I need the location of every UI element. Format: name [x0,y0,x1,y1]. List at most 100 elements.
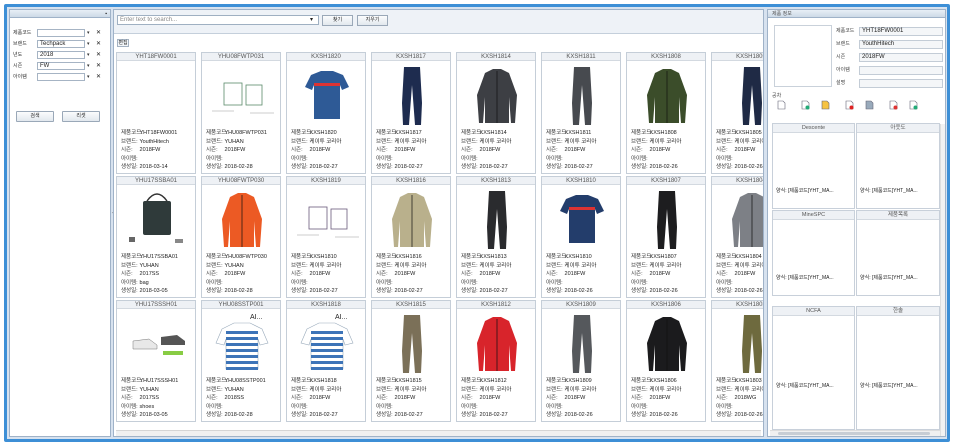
chevron-down-icon[interactable]: ▾ [310,16,313,23]
product-card[interactable]: KXSH1810 제품코드: KXSH1810 브랜드: 케이투 코리아 시즌: 20… [541,176,621,298]
spec-template-cell[interactable]: 제품목록 양식: [제품코드]YHT_MA... [856,210,940,296]
clear-button[interactable]: 지우기 [357,15,388,26]
product-image[interactable] [629,187,705,251]
product-card[interactable]: YHT18FW0001 제품코드: YHT18FW0001 브랜드: YouthHi… [116,52,196,174]
product-card[interactable]: KXSH1806 제품코드: KXSH1806 브랜드: 케이투 코리아 시즌: 20… [626,300,706,422]
filter-input[interactable]: Techpack [37,40,85,48]
product-image[interactable] [544,63,620,127]
product-card[interactable]: YHU17SSBA01 제품코드: YHU17SSBA01 브랜드: YUHAN 시즌… [116,176,196,298]
product-card[interactable]: KXSH1816 제품코드: KXSH1816 브랜드: 케이투 코리아 시즌: 20… [371,176,451,298]
product-card[interactable]: KXSH1812 제품코드: KXSH1812 브랜드: 케이투 코리아 시즌: 20… [456,300,536,422]
chevron-down-icon[interactable]: ▾ [87,41,90,47]
product-image[interactable] [119,311,195,375]
clear-icon[interactable]: ✕ [96,40,101,47]
product-image[interactable] [374,187,450,251]
product-image[interactable]: AI... [289,311,365,375]
open-file-icon[interactable] [800,100,810,110]
product-image[interactable] [544,311,620,375]
product-card[interactable]: KXSH1804제품코드: KXSH1804브랜드: 케이투 코리아시즌: 20… [711,176,763,298]
product-card[interactable]: KXSH1811 제품코드: KXSH1811 브랜드: 케이투 코리아 시즌: 20… [541,52,621,174]
spec-template-cell[interactable]: NCFA 양식: [제품코드]YHT_MA... [772,306,855,430]
horizontal-scrollbar[interactable] [116,430,761,436]
export-icon[interactable] [908,100,918,110]
clear-icon[interactable]: ✕ [96,73,101,80]
product-image[interactable] [459,63,535,127]
product-image[interactable] [289,63,365,127]
product-card[interactable]: KXSH1809 제품코드: KXSH1809 브랜드: 케이투 코리아 시즌: 20… [541,300,621,422]
product-card[interactable]: KXSH1807 제품코드: KXSH1807 브랜드: 케이투 코리아 시즌: 20… [626,176,706,298]
chevron-down-icon[interactable]: ▾ [87,52,90,58]
product-card[interactable]: KXSH1815 제품코드: KXSH1815 브랜드: 케이투 코리아 시즌: 20… [371,300,451,422]
product-image[interactable] [459,311,535,375]
chevron-down-icon[interactable]: ▾ [87,63,90,69]
detail-field-value[interactable]: 2018FW [859,53,943,62]
product-image[interactable] [204,63,280,127]
field-label: 제품코드: [631,130,653,136]
product-photo[interactable] [774,25,832,87]
field-label: 아이템: [121,403,138,410]
product-card[interactable]: KXSH1818 AI... 제품코드: KXSH1818 브랜드: 케이투 코리아 시… [286,300,366,422]
product-image[interactable] [629,63,705,127]
new-file-icon[interactable] [776,100,786,110]
product-image[interactable] [714,63,763,127]
spec-template-cell[interactable]: 한솔 양식: [제품코드]YHT_MA... [856,306,940,430]
product-image[interactable] [629,311,705,375]
search-button[interactable]: 검색 [16,111,54,122]
filter-input[interactable] [37,73,85,81]
detail-field-value[interactable] [859,66,943,75]
reset-button[interactable]: 리셋 [62,111,100,122]
edit-icon[interactable] [888,100,898,110]
clear-icon[interactable]: ✕ [96,29,101,36]
product-image[interactable] [374,63,450,127]
field-label: 브랜드: [546,138,563,145]
product-image[interactable] [374,311,450,375]
vertical-scrollbar[interactable] [940,124,945,436]
product-card[interactable]: YHU08SSTP001 AI... 제품코드: YHU08SSTP001 브랜드: … [201,300,281,422]
edit-toggle-button[interactable]: 편집 [117,39,129,47]
product-card[interactable]: KXSH1805제품코드: KXSH1805브랜드: 케이투 코리아시즌: 20… [711,52,763,174]
filter-row: 제품코드 ▾ ✕ [13,29,109,37]
product-card[interactable]: YHU08FWTP031 제품코드: YHU08FWTP031 브랜드: YUHAN… [201,52,281,174]
card-value-code: KXSH1816 [394,254,422,260]
product-card[interactable]: KXSH1817 제품코드: KXSH1817 브랜드: 케이투 코리아 시즌: 20… [371,52,451,174]
product-image[interactable] [204,187,280,251]
save-file-icon[interactable] [820,100,830,110]
card-code: KXSH1808 [627,53,705,61]
field-label: 제품코드: [291,254,313,260]
spec-template-cell[interactable]: 아웃도 양식: [제품코드]YHT_MA... [856,123,940,209]
product-image[interactable] [714,187,763,251]
filter-input[interactable] [37,29,85,37]
product-card[interactable]: KXSH1808 제품코드: KXSH1808 브랜드: 케이투 코리아 시즌: 20… [626,52,706,174]
product-card[interactable]: KXSH1803제품코드: KXSH1803브랜드: 케이투 코리아시즌: 20… [711,300,763,422]
product-card[interactable]: KXSH1814 제품코드: KXSH1814 브랜드: 케이투 코리아 시즌: 20… [456,52,536,174]
detail-field-value[interactable]: YHT18FW0001 [859,27,943,36]
product-image[interactable] [289,187,365,251]
product-card[interactable]: KXSH1819 제품코드: KXSH1810 브랜드: 케이투 코리아 시즌: 20… [286,176,366,298]
product-image[interactable] [714,311,763,375]
print-icon[interactable] [864,100,874,110]
product-card[interactable]: KXSH1820 제품코드: KXSH1820 브랜드: 케이투 코리아 시즌: 20… [286,52,366,174]
product-card[interactable]: YHU08FWTP030 제품코드: YHU08FWTP030 브랜드: YUHAN… [201,176,281,298]
product-image[interactable] [119,187,195,251]
clear-icon[interactable]: ✕ [96,51,101,58]
clear-icon[interactable]: ✕ [96,62,101,69]
product-image[interactable] [459,187,535,251]
scroll-thumb[interactable] [778,432,930,435]
horizontal-scrollbar[interactable] [770,430,940,436]
search-input[interactable]: Enter text to search... [117,15,319,25]
product-image[interactable] [544,187,620,251]
chevron-down-icon[interactable]: ▾ [87,74,90,80]
find-button[interactable]: 찾기 [322,15,353,26]
product-image[interactable]: AI... [204,311,280,375]
delete-file-icon[interactable] [844,100,854,110]
detail-field-value[interactable]: YouthHitech [859,40,943,49]
chevron-down-icon[interactable]: ▾ [87,30,90,36]
product-card[interactable]: YHU17SSSH01 제품코드: YHU17SSSH01 브랜드: YUHAN 시즌… [116,300,196,422]
filter-input[interactable]: FW [37,62,85,70]
spec-template-cell[interactable]: Descente 양식: [제품코드]YHT_MA... [772,123,855,209]
product-card[interactable]: KXSH1813 제품코드: KXSH1813 브랜드: 케이투 코리아 시즌: 20… [456,176,536,298]
detail-field-value[interactable] [859,79,943,88]
filter-input[interactable]: 2018 [37,51,85,59]
spec-template-cell[interactable]: MineSPC 양식: [제품코드]YHT_MA... [772,210,855,296]
product-image[interactable] [119,63,195,127]
